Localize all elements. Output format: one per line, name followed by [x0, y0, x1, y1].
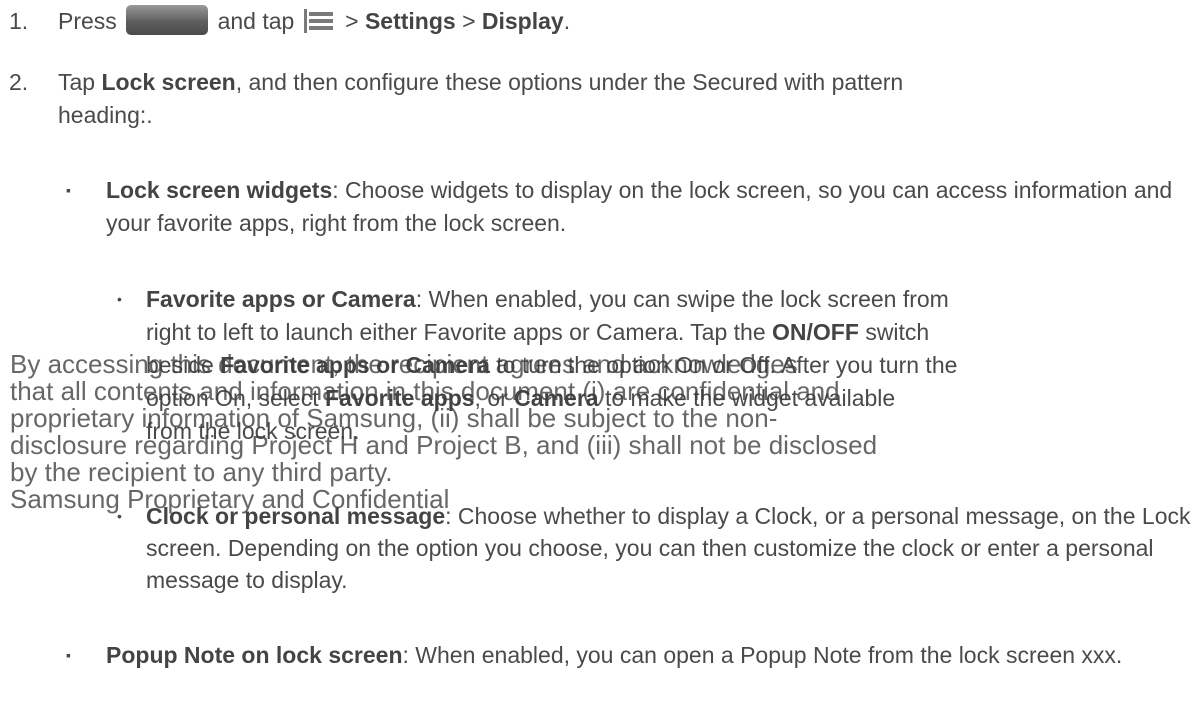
step-2-text: Tap Lock screen, and then configure thes… — [58, 66, 908, 132]
watermark-line: that all contents and information in thi… — [10, 376, 840, 406]
square-bullet: ▪ — [66, 647, 71, 663]
lock-screen-label: Lock screen — [101, 69, 236, 95]
watermark-line: proprietary information of Samsung, (ii)… — [10, 403, 778, 433]
display-label: Display — [481, 8, 564, 34]
favorite-title: Favorite apps or Camera — [146, 286, 416, 312]
dot-bullet: • — [117, 291, 122, 307]
popup-title: Popup Note on lock screen — [106, 642, 403, 668]
period: . — [563, 8, 571, 34]
popup-desc: : When enabled, you can open a Popup Not… — [402, 642, 1123, 668]
confidential-watermark: By accessing this document, the recipien… — [10, 351, 1200, 513]
and-tap-label: and tap — [217, 8, 295, 34]
step-number: 1. — [9, 8, 29, 34]
home-button-icon — [126, 5, 209, 35]
step-number: 2. — [9, 69, 29, 95]
watermark-line: Samsung Proprietary and Confidential — [10, 484, 450, 514]
watermark-line: By accessing this document, the recipien… — [10, 349, 798, 379]
onoff-label: ON/OFF — [772, 319, 859, 345]
watermark-line: by the recipient to any third party. — [10, 457, 393, 487]
press-label: Press — [58, 8, 117, 34]
step-1-text: Press and tap > Settings > Display. — [58, 5, 1188, 38]
widgets-title: Lock screen widgets — [106, 177, 333, 203]
square-bullet: ▪ — [66, 182, 71, 198]
settings-label: Settings — [364, 8, 456, 34]
tap-label: Tap — [58, 69, 96, 95]
widgets-text: Lock screen widgets: Choose widgets to d… — [106, 174, 1196, 240]
favorite-line: : When enabled, you can swipe the lock s… — [415, 286, 949, 312]
separator: > — [462, 8, 476, 34]
favorite-line: right to left to launch either Favorite … — [146, 319, 766, 345]
watermark-line: disclosure regarding Project H and Proje… — [10, 430, 878, 460]
separator: > — [345, 8, 359, 34]
popup-text: Popup Note on lock screen: When enabled,… — [106, 639, 1166, 672]
favorite-line: switch — [865, 319, 930, 345]
menu-icon — [303, 9, 336, 33]
clock-text: Clock or personal message: Choose whethe… — [146, 500, 1196, 596]
